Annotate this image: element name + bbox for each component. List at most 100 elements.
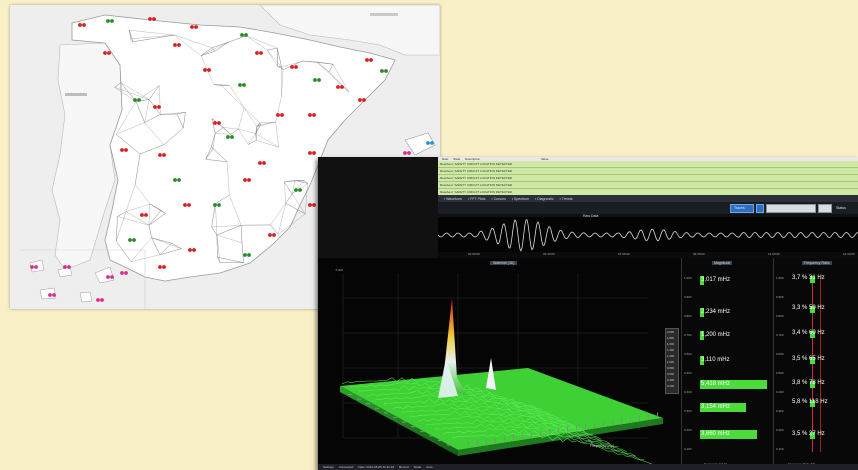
- waterfall-z-tick: [384, 412, 388, 414]
- substation-marker: [82, 23, 86, 27]
- toolbar-tab[interactable]: ▪ Spectrum: [512, 197, 529, 201]
- ratio-label: 3,3 % 50 Hz: [792, 305, 825, 311]
- waterfall-z-tick: [402, 421, 406, 423]
- substation-marker: [276, 113, 280, 117]
- toolbar-tab[interactable]: ▪ FFT Plots: [468, 197, 485, 201]
- substation-marker: [340, 85, 344, 89]
- alarm-col-value[interactable]: Value: [541, 157, 548, 161]
- ratio-label: 3,5 % 65 Hz: [792, 356, 825, 362]
- ratio-axis-tick: 1.000: [776, 276, 784, 280]
- waterfall-x-tick: [576, 425, 577, 431]
- toolbar-tab[interactable]: ▪ Trends: [560, 197, 573, 201]
- substation-marker: [290, 65, 294, 69]
- magnitude-bar-label: 3,660 mHz: [701, 431, 731, 437]
- toolbar-tab[interactable]: ▪ Diagnostic: [535, 197, 554, 201]
- status-item[interactable]: Date: 2012-06-05 11:41:18: [358, 465, 394, 469]
- magnitude-bar-label: 5,418 mHz: [701, 381, 731, 387]
- ratio-axis-tick: 0.300: [776, 409, 784, 413]
- selector-toggle[interactable]: [756, 204, 764, 213]
- substation-marker: [162, 153, 166, 157]
- waterfall-x-tick: [612, 419, 613, 425]
- substation-marker: [362, 98, 366, 102]
- magnitude-panel: Magnitude Frequency [mHz] 1.0000.9000.80…: [681, 258, 774, 470]
- france-label-mark: [370, 13, 398, 16]
- alarm-col-state[interactable]: State: [453, 157, 460, 161]
- substation-marker: [152, 17, 156, 21]
- substation-marker: [194, 25, 198, 29]
- ratio-label: 3,8 % 78 Hz: [792, 380, 825, 386]
- alarm-state: Resolved: [440, 190, 453, 194]
- ratio-axis-tick: 0.700: [776, 333, 784, 337]
- ratio-label: 3,7 % 31 Hz: [792, 275, 825, 281]
- substation-marker: [148, 17, 152, 21]
- status-item[interactable]: Settings: [323, 465, 334, 469]
- substation-marker: [308, 113, 312, 117]
- colorbar: 2.000 1.800 1.600 1.400 1.200 1.000 0.800 0.600…: [665, 328, 679, 394]
- magnitude-axis-tick: 0.100: [684, 447, 692, 451]
- substation-marker: [317, 78, 321, 82]
- substation-marker: [106, 19, 110, 23]
- substation-marker: [144, 213, 148, 217]
- alarm-col-description[interactable]: Description: [465, 157, 480, 161]
- substation-marker: [132, 238, 136, 242]
- waterfall-z-tick: [393, 417, 397, 418]
- alarm-rows: Resolved SAFETY CIRCUIT LOCATION DETECTED…: [438, 161, 858, 196]
- waterfall-x-tick: [522, 433, 523, 439]
- magnitude-bar-label: 1,200 mHz: [701, 332, 731, 338]
- toolbar-tab[interactable]: ▪ Cursors: [491, 197, 505, 201]
- waterfall-z-tick: [357, 398, 361, 400]
- wave-tick-label: 04:30:00: [543, 252, 555, 256]
- ratio-axis-tick: 0.200: [776, 428, 784, 432]
- alarm-row[interactable]: Resolved SAFETY CIRCUIT LOCATION DETECTED: [438, 182, 858, 189]
- magnitude-axis-tick: 0.700: [684, 333, 692, 337]
- channel-select[interactable]: [766, 204, 816, 213]
- alarm-message: SAFETY CIRCUIT LOCATION DETECTED: [454, 183, 513, 187]
- alarm-row[interactable]: Resolved SAFETY CIRCUIT LOCATION DETECTED: [438, 175, 858, 182]
- waterfall-x-tick: [540, 430, 541, 436]
- substation-marker: [380, 69, 384, 73]
- waterfall-x-tick: [657, 412, 658, 418]
- substation-marker: [272, 233, 276, 237]
- substation-marker: [63, 265, 67, 269]
- substation-marker: [426, 141, 430, 145]
- status-item[interactable]: Record: [399, 465, 409, 469]
- waveform-trace: [437, 219, 858, 252]
- waveform-svg: [437, 219, 858, 252]
- ratio-axis-tick: 0.100: [776, 447, 784, 451]
- substation-marker: [128, 238, 132, 242]
- substation-marker: [187, 203, 191, 207]
- waterfall-x-tick: [594, 422, 595, 428]
- portugal-label-mark: [65, 93, 87, 96]
- waterfall-svg: [340, 273, 663, 465]
- waterfall-x-axis-label: Frequency [Hz]: [590, 444, 614, 448]
- waterfall-y-axis-top: 2.000: [335, 268, 343, 272]
- status-item[interactable]: Connected: [339, 465, 354, 469]
- ratio-label: 3,5 % 27 Hz: [792, 431, 825, 437]
- substation-marker: [177, 178, 181, 182]
- alarm-row[interactable]: Resolved SAFETY CIRCUIT LOCATION DETECTED: [438, 161, 858, 168]
- waterfall-x-tick: [477, 440, 478, 446]
- substation-marker: [158, 265, 162, 269]
- substation-marker: [238, 83, 242, 87]
- magnitude-axis-tick: 0.200: [684, 428, 692, 432]
- alarm-state: Resolved: [440, 169, 453, 173]
- status-item[interactable]: Auto: [426, 465, 432, 469]
- alarm-message: SAFETY CIRCUIT LOCATION DETECTED: [454, 176, 513, 180]
- alarm-table: Date State Description Value Resolved SAF…: [438, 157, 858, 196]
- waveform-plot: [437, 217, 858, 252]
- substation-marker: [192, 248, 196, 252]
- ratio-axis-tick: 0.400: [776, 390, 784, 394]
- substation-marker: [190, 25, 194, 29]
- substation-marker: [157, 105, 161, 109]
- traces-button-label: Traces: [734, 206, 745, 210]
- magnitude-axis-tick: 0.300: [684, 409, 692, 413]
- frequency-ratio-panel: Frequency Ratio Frequency Ratio [%] 1.00…: [773, 258, 858, 470]
- substation-marker: [312, 203, 316, 207]
- alarm-row[interactable]: Resolved SAFETY CIRCUIT LOCATION DETECTED: [438, 168, 858, 175]
- traces-button[interactable]: Traces: [730, 204, 754, 213]
- toolbar-tab[interactable]: ▪ Waveform: [444, 197, 462, 201]
- channel-spin[interactable]: [818, 204, 832, 213]
- alarm-col-date[interactable]: Date: [442, 157, 448, 161]
- status-item[interactable]: Scale: [414, 465, 422, 469]
- substation-marker: [294, 65, 298, 69]
